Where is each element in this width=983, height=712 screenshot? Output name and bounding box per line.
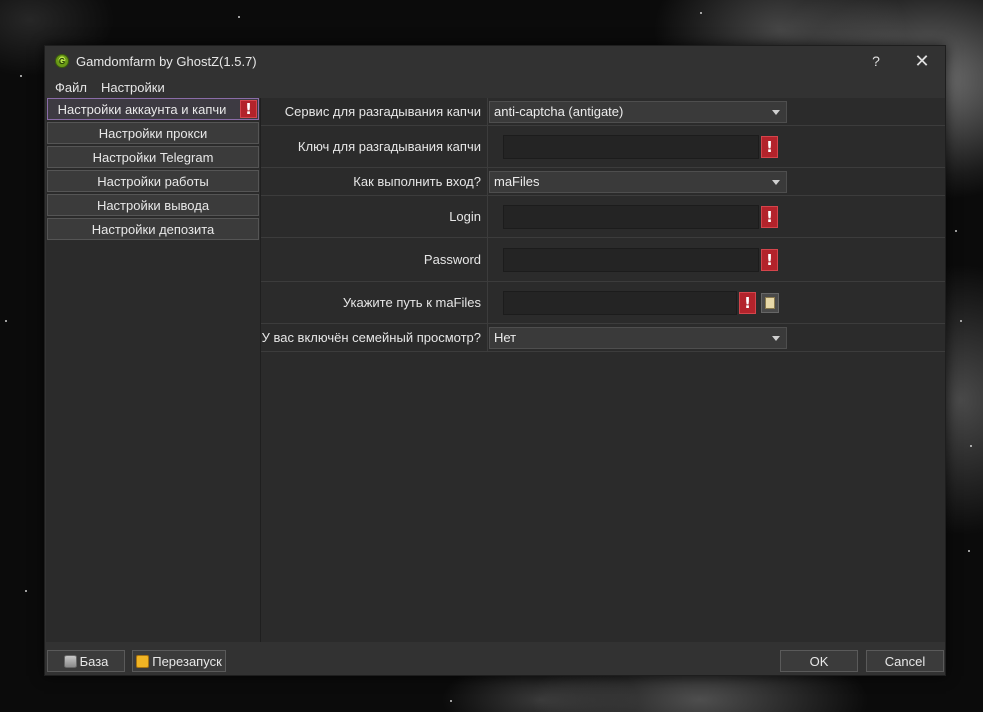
close-button[interactable]: ✕ <box>905 46 939 76</box>
mafiles-path-label: Укажите путь к maFiles <box>342 295 481 310</box>
chevron-down-icon <box>772 335 780 341</box>
form-row-mafiles-path: Укажите путь к maFiles ! <box>261 282 945 324</box>
app-window: G Gamdomfarm by GhostZ(1.5.7) ? ✕ Файл Н… <box>44 45 946 676</box>
password-label: Password <box>423 252 481 267</box>
warning-icon: ! <box>761 135 778 158</box>
captcha-service-select[interactable]: anti-captcha (antigate) <box>489 100 787 123</box>
footer-bar: База Перезапуск OK Cancel <box>45 643 945 675</box>
sidebar-item-label: Настройки прокси <box>98 125 208 141</box>
form-row-password: Password ! <box>261 238 945 282</box>
restart-button[interactable]: Перезапуск <box>132 650 226 672</box>
settings-sidebar: Настройки аккаунта и капчи ! Настройки п… <box>46 98 261 642</box>
app-logo-icon: G <box>55 54 69 68</box>
ok-button[interactable]: OK <box>780 650 858 672</box>
chevron-down-icon <box>772 179 780 185</box>
menu-file[interactable]: Файл <box>55 80 87 95</box>
database-button[interactable]: База <box>47 650 125 672</box>
sidebar-item-account-captcha[interactable]: Настройки аккаунта и капчи ! <box>47 98 259 120</box>
settings-form: Сервис для разгадывания капчи anti-captc… <box>261 98 945 642</box>
sidebar-item-telegram[interactable]: Настройки Telegram <box>47 146 259 168</box>
captcha-key-input[interactable] <box>503 134 759 159</box>
warning-icon: ! <box>761 248 778 271</box>
menu-bar: Файл Настройки <box>45 76 945 98</box>
folder-icon <box>765 296 775 309</box>
sidebar-item-label: Настройки вывода <box>96 197 210 213</box>
form-row-captcha-service: Сервис для разгадывания капчи anti-captc… <box>261 98 945 126</box>
mafiles-path-input[interactable] <box>503 290 737 315</box>
login-input[interactable] <box>503 204 759 229</box>
sidebar-item-work[interactable]: Настройки работы <box>47 170 259 192</box>
title-bar[interactable]: G Gamdomfarm by GhostZ(1.5.7) ? ✕ <box>45 46 945 76</box>
form-row-captcha-key: Ключ для разгадывания капчи ! <box>261 126 945 168</box>
warning-icon: ! <box>739 291 756 314</box>
sidebar-item-label: Настройки работы <box>97 173 209 189</box>
sidebar-item-label: Настройки Telegram <box>92 149 214 165</box>
restart-icon <box>136 654 150 668</box>
window-title: Gamdomfarm by GhostZ(1.5.7) <box>76 53 257 69</box>
sidebar-item-label: Настройки депозита <box>91 221 215 237</box>
family-view-select[interactable]: Нет <box>489 326 787 349</box>
form-row-login-method: Как выполнить вход? maFiles <box>261 168 945 196</box>
menu-settings[interactable]: Настройки <box>101 80 165 95</box>
database-icon <box>63 654 77 668</box>
family-view-label: У вас включён семейный просмотр? <box>261 330 481 345</box>
captcha-service-label: Сервис для разгадывания капчи <box>284 104 481 119</box>
form-row-family-view: У вас включён семейный просмотр? Нет <box>261 324 945 352</box>
login-method-label: Как выполнить вход? <box>353 174 481 189</box>
password-input[interactable] <box>503 247 759 272</box>
warning-icon: ! <box>761 205 778 228</box>
chevron-down-icon <box>772 109 780 115</box>
sidebar-item-label: Настройки аккаунта и капчи <box>57 101 227 117</box>
warning-icon: ! <box>240 100 257 118</box>
sidebar-item-deposit[interactable]: Настройки депозита <box>47 218 259 240</box>
sidebar-item-withdraw[interactable]: Настройки вывода <box>47 194 259 216</box>
login-label: Login <box>449 209 481 224</box>
help-button[interactable]: ? <box>859 46 893 76</box>
form-row-login: Login ! <box>261 196 945 238</box>
login-method-select[interactable]: maFiles <box>489 170 787 193</box>
captcha-key-label: Ключ для разгадывания капчи <box>297 139 481 154</box>
cancel-button[interactable]: Cancel <box>866 650 944 672</box>
sidebar-item-proxy[interactable]: Настройки прокси <box>47 122 259 144</box>
browse-folder-button[interactable] <box>761 292 779 313</box>
